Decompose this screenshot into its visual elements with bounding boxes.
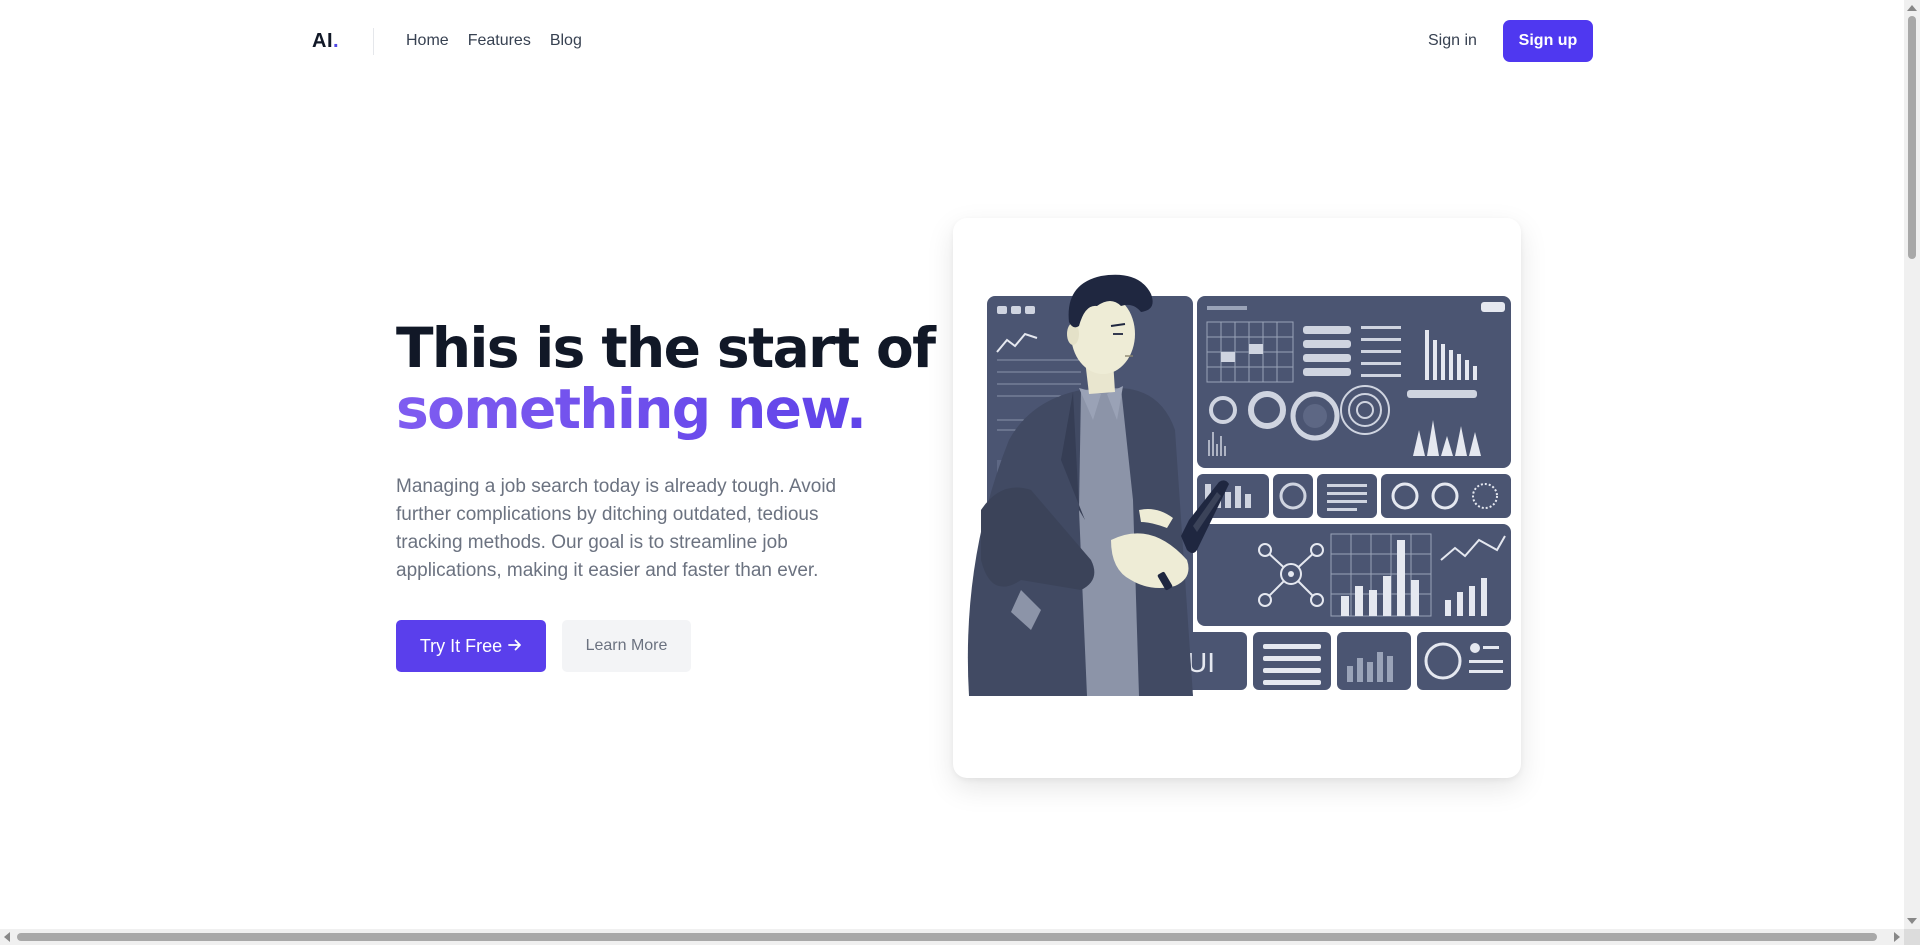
hero-title-line1: This is the start of: [396, 316, 936, 380]
vertical-scroll-thumb[interactable]: [1908, 16, 1916, 259]
arrow-right-icon: [508, 636, 522, 657]
nav-links: Home Features Blog: [406, 32, 582, 50]
nav-link-home[interactable]: Home: [406, 32, 449, 50]
logo-text: AI: [312, 30, 333, 52]
sign-up-button[interactable]: Sign up: [1503, 20, 1593, 62]
hero-image-card: UI: [953, 218, 1521, 778]
nav-link-features[interactable]: Features: [468, 32, 531, 50]
scroll-left-icon[interactable]: [4, 932, 10, 942]
try-it-free-button[interactable]: Try It Free: [396, 620, 546, 672]
learn-more-button[interactable]: Learn More: [562, 620, 691, 672]
page: AI. Home Features Blog Sign in Sign up T…: [0, 0, 1920, 945]
scrollbar-corner: [1904, 929, 1920, 945]
logo[interactable]: AI.: [312, 30, 339, 53]
vertical-scrollbar[interactable]: [1904, 0, 1920, 929]
hero-illustration: UI: [967, 274, 1511, 696]
logo-dot: .: [333, 30, 340, 52]
horizontal-scrollbar[interactable]: [0, 929, 1904, 945]
horizontal-scroll-thumb[interactable]: [17, 933, 1877, 941]
hero-description: Managing a job search today is already t…: [396, 476, 837, 581]
hero-title: This is the start of something new.: [396, 318, 936, 440]
nav-divider: [373, 28, 374, 55]
top-navbar: AI. Home Features Blog Sign in Sign up: [0, 0, 1904, 84]
hero-title-highlight: something new.: [396, 379, 936, 440]
scroll-right-icon[interactable]: [1894, 932, 1900, 942]
sign-in-link[interactable]: Sign in: [1428, 32, 1477, 50]
scroll-up-icon[interactable]: [1907, 5, 1917, 11]
nav-link-blog[interactable]: Blog: [550, 32, 582, 50]
scroll-down-icon[interactable]: [1907, 918, 1917, 924]
try-it-free-label: Try It Free: [419, 635, 503, 656]
